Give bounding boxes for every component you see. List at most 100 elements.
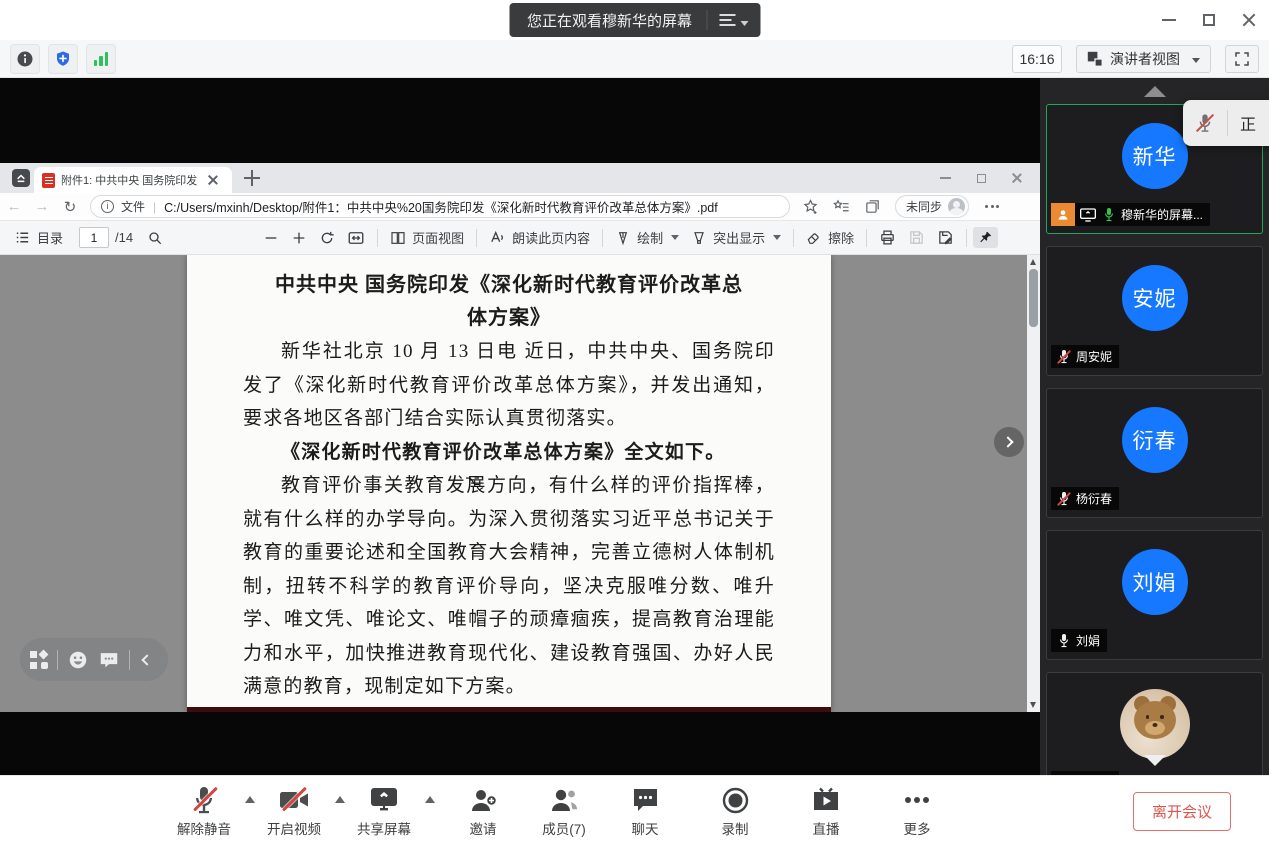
scrollbar-down-icon[interactable]	[1030, 702, 1036, 708]
fullscreen-icon	[1233, 50, 1251, 68]
zoom-out-button[interactable]	[257, 230, 285, 246]
floating-tools-pill	[20, 638, 168, 681]
toc-label: 目录	[37, 228, 63, 247]
new-tab-button[interactable]	[244, 170, 260, 186]
layout-icon	[1087, 51, 1103, 67]
sync-status-label: 未同步	[906, 198, 942, 215]
page-view-label: 页面视图	[412, 228, 464, 247]
chevron-right-icon	[1002, 436, 1013, 447]
meeting-status-bar: 16:16 演讲者视图	[0, 40, 1269, 78]
pdf-search-button[interactable]	[141, 230, 169, 246]
erase-button[interactable]: 擦除	[800, 228, 860, 247]
browser-close-icon[interactable]	[1012, 173, 1022, 183]
avatar: 新华	[1122, 123, 1188, 189]
search-icon	[147, 230, 163, 246]
rotate-button[interactable]	[313, 230, 341, 246]
leave-meeting-button[interactable]: 离开会议	[1133, 792, 1231, 831]
print-button[interactable]	[873, 229, 902, 246]
window-controls	[1149, 0, 1269, 40]
participants-scroll-down[interactable]	[1144, 755, 1166, 766]
next-page-button[interactable]	[994, 427, 1024, 457]
tab-actions-button[interactable]	[12, 169, 30, 187]
rotate-icon	[319, 230, 335, 246]
more-button[interactable]: 更多	[871, 785, 963, 838]
minimize-button[interactable]	[1149, 0, 1189, 40]
start-video-button[interactable]: 开启视频	[248, 785, 340, 838]
save-as-icon	[937, 229, 954, 246]
mic-muted-icon	[1195, 112, 1215, 134]
tab-close-icon[interactable]	[207, 174, 219, 186]
save-as-button[interactable]	[931, 229, 960, 246]
record-button[interactable]: 录制	[689, 785, 781, 838]
fullscreen-button[interactable]	[1225, 45, 1259, 73]
zoom-in-button[interactable]	[285, 230, 313, 246]
forward-icon[interactable]: →	[28, 198, 56, 215]
refresh-icon[interactable]: ↻	[56, 198, 84, 216]
draw-button[interactable]: 绘制	[609, 228, 685, 247]
invite-label: 邀请	[470, 818, 497, 838]
reactions-button[interactable]	[67, 649, 89, 671]
leave-meeting-label: 离开会议	[1152, 801, 1212, 822]
invite-icon	[469, 787, 497, 814]
share-screen-button[interactable]: 共享屏幕	[338, 785, 430, 838]
network-quality-button[interactable]	[86, 44, 116, 74]
banner-menu-button[interactable]	[706, 10, 748, 30]
collapse-pill-button[interactable]	[139, 656, 151, 664]
invite-button[interactable]: 邀请	[437, 785, 529, 838]
members-button[interactable]: 成员(7)	[518, 785, 610, 838]
participants-scroll-up[interactable]	[1144, 86, 1166, 97]
pin-icon	[978, 230, 993, 245]
participant-tile[interactable]: 安妮 周安妮	[1046, 246, 1263, 376]
participant-name: 杨衍春	[1076, 490, 1112, 507]
fit-width-button[interactable]	[341, 229, 371, 247]
view-mode-dropdown[interactable]: 演讲者视图	[1076, 45, 1211, 73]
pdf-scrollbar[interactable]	[1027, 255, 1040, 712]
read-aloud-label: 朗读此页内容	[512, 228, 590, 247]
smiley-icon	[67, 649, 89, 671]
read-aloud-button[interactable]: 朗读此页内容	[483, 228, 596, 247]
watching-screen-banner: 您正在观看穆新华的屏幕	[509, 3, 760, 37]
favorites-bar-icon[interactable]	[833, 198, 850, 215]
highlight-button[interactable]: 突出显示	[685, 228, 787, 247]
page-info-icon[interactable]: i	[101, 200, 114, 213]
unmute-button[interactable]: 解除静音	[158, 785, 250, 838]
shared-screen-area: 附件1: 中共中央 国务院印发《 ← → ↻ i 文件 | C:/Users/m…	[0, 78, 1040, 775]
save-button[interactable]	[902, 229, 931, 246]
document-title: 中共中央 国务院印发《深化新时代教育评价改革总体方案》	[268, 269, 750, 335]
page-view-button[interactable]: 页面视图	[384, 228, 470, 247]
browser-tab[interactable]: 附件1: 中共中央 国务院印发《	[34, 167, 232, 193]
chevron-down-icon[interactable]	[773, 235, 781, 240]
live-icon	[812, 787, 840, 813]
url-field[interactable]: i 文件 | C:/Users/mxinh/Desktop/附件1：中共中央%2…	[90, 195, 790, 218]
chevron-down-icon[interactable]	[671, 235, 679, 240]
scrollbar-up-icon[interactable]	[1030, 259, 1036, 265]
share-options-caret[interactable]	[425, 796, 435, 803]
page-number-input[interactable]	[79, 227, 109, 248]
toc-button[interactable]: 目录	[8, 228, 69, 247]
shield-icon	[54, 50, 72, 68]
maximize-button[interactable]	[1189, 0, 1229, 40]
meeting-info-button[interactable]	[10, 44, 40, 74]
profile-sync-button[interactable]: 未同步	[895, 195, 969, 218]
text-cursor: ⌥	[465, 473, 467, 487]
profile-avatar-icon	[948, 198, 965, 215]
favorite-star-icon[interactable]	[802, 198, 819, 215]
share-screen-icon	[370, 787, 398, 814]
scrollbar-thumb[interactable]	[1029, 269, 1038, 327]
participant-tile[interactable]: 衍春 杨衍春	[1046, 388, 1263, 518]
back-icon[interactable]: ←	[0, 198, 28, 215]
pin-toolbar-button[interactable]	[973, 227, 998, 248]
collections-icon[interactable]	[864, 198, 881, 215]
chat-button[interactable]: 聊天	[599, 785, 691, 838]
browser-window-controls	[940, 163, 1022, 193]
participant-tile[interactable]: 刘娟 刘娟	[1046, 530, 1263, 660]
browser-minimize-icon[interactable]	[940, 177, 951, 179]
avatar: 衍春	[1122, 407, 1188, 473]
browser-maximize-icon[interactable]	[977, 174, 986, 183]
live-button[interactable]: 直播	[780, 785, 872, 838]
meeting-security-button[interactable]	[48, 44, 78, 74]
quick-chat-button[interactable]	[98, 649, 120, 671]
apps-button[interactable]	[30, 651, 48, 669]
close-button[interactable]	[1229, 0, 1269, 40]
browser-menu-icon[interactable]	[983, 201, 1001, 212]
